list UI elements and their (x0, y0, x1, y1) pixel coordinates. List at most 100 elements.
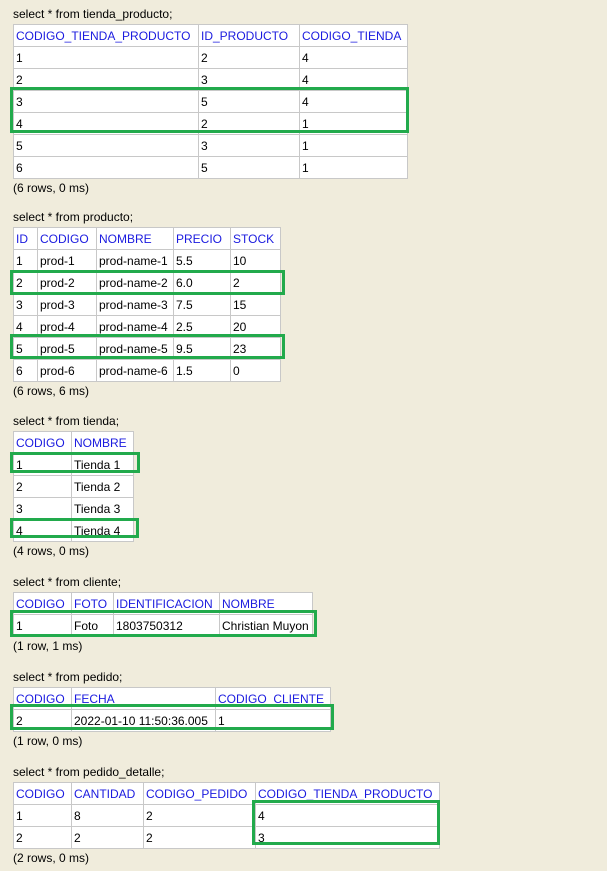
table-cell: 4 (13, 112, 199, 135)
table-header-row: CODIGO FOTO IDENTIFICACION NOMBRE (13, 592, 313, 615)
table-cell: 15 (230, 293, 281, 316)
result-block: select * from cliente; CODIGO FOTO IDENTIFI… (13, 574, 313, 654)
result-block: select * from pedido_detalle; CODIGO CANTI… (13, 764, 440, 866)
table-cell: 2 (13, 475, 72, 498)
table-cell: prod-name-2 (96, 271, 174, 294)
table-row: 2 Tienda 2 (13, 475, 134, 498)
sql-query-text: select * from pedido_detalle; (13, 765, 165, 779)
table-cell: 2 (71, 826, 144, 849)
result-block: select * from pedido; CODIGO FECHA CODIGO_C… (13, 669, 331, 749)
column-header[interactable]: CANTIDAD (71, 782, 144, 805)
result-block: select * from tienda; CODIGO NOMBRE 1 Tienda… (13, 413, 134, 559)
column-header[interactable]: NOMBRE (219, 592, 313, 615)
table-cell: prod-name-1 (96, 249, 174, 272)
table-cell: Tienda 1 (71, 453, 134, 476)
table-row: 531 (13, 134, 408, 157)
table-row: 1 Foto 1803750312 Christian Muyon (13, 614, 313, 637)
table-cell: prod-name-6 (96, 359, 174, 382)
table-row: 2 prod-2 prod-name-2 6.0 2 (13, 271, 281, 294)
table-cell: 3 (198, 68, 300, 91)
table-header-row: CODIGO CANTIDAD CODIGO_PEDIDO CODIGO_TIENDA… (13, 782, 440, 805)
table-cell: 2 (143, 804, 256, 827)
table-cell: 2.5 (173, 315, 231, 338)
table-cell: 3 (13, 90, 199, 113)
table-cell: Tienda 2 (71, 475, 134, 498)
table-cell: 8 (71, 804, 144, 827)
result-table: CODIGO FECHA CODIGO_CLIENTE 2 2022-01-10 11:… (13, 687, 331, 732)
result-table: CODIGO CANTIDAD CODIGO_PEDIDO CODIGO_TIENDA… (13, 782, 440, 849)
sql-query-text: select * from tienda_producto; (13, 7, 173, 21)
column-header[interactable]: CODIGO_TIENDA_PRODUCTO (13, 24, 199, 47)
table-header-row: CODIGO FECHA CODIGO_CLIENTE (13, 687, 331, 710)
table-row: 2 2022-01-10 11:50:36.005 1 (13, 709, 331, 732)
table-row: 4 Tienda 4 (13, 519, 134, 542)
table-cell: 7.5 (173, 293, 231, 316)
column-header[interactable]: CODIGO_TIENDA_PRODUCTO (255, 782, 440, 805)
table-cell: 1 (299, 156, 408, 179)
column-header[interactable]: CODIGO (13, 782, 72, 805)
table-cell: 1.5 (173, 359, 231, 382)
table-cell: 1 (299, 134, 408, 157)
table-cell: 3 (13, 293, 38, 316)
result-table: CODIGO NOMBRE 1 Tienda 1 2 Tienda 2 3 Tienda 34… (13, 431, 134, 542)
table-cell: 4 (299, 90, 408, 113)
table-cell: 2 (198, 112, 300, 135)
table-row: 124 (13, 46, 408, 69)
table-header-row: CODIGO_TIENDA_PRODUCTO ID_PRODUCTO CODIGO_… (13, 24, 408, 47)
column-header[interactable]: ID (13, 227, 38, 250)
table-row: 234 (13, 68, 408, 91)
column-header[interactable]: CODIGO_TIENDA (299, 24, 408, 47)
column-header[interactable]: ID_PRODUCTO (198, 24, 300, 47)
result-table: ID CODIGO NOMBRE PRECIO STOCK 1 prod-1 prod-nam… (13, 227, 281, 382)
table-cell: 23 (230, 337, 281, 360)
table-header-row: ID CODIGO NOMBRE PRECIO STOCK (13, 227, 281, 250)
column-header[interactable]: CODIGO (13, 431, 72, 454)
column-header[interactable]: STOCK (230, 227, 281, 250)
table-cell: 6 (13, 156, 199, 179)
table-cell: prod-5 (37, 337, 97, 360)
table-cell: 5 (198, 156, 300, 179)
table-cell: 0 (230, 359, 281, 382)
column-header[interactable]: FOTO (71, 592, 114, 615)
column-header[interactable]: IDENTIFICACION (113, 592, 220, 615)
table-cell: 5 (13, 337, 38, 360)
sql-query-text: select * from producto; (13, 210, 134, 224)
column-header[interactable]: CODIGO_CLIENTE (215, 687, 331, 710)
column-header[interactable]: NOMBRE (96, 227, 174, 250)
table-row: 1 prod-1 prod-name-1 5.5 10 (13, 249, 281, 272)
table-cell: 2 (13, 826, 72, 849)
table-cell: prod-3 (37, 293, 97, 316)
column-header[interactable]: NOMBRE (71, 431, 134, 454)
table-cell: 1 (299, 112, 408, 135)
column-header[interactable]: CODIGO (13, 687, 72, 710)
table-cell: 2 (13, 271, 38, 294)
table-cell: 1 (13, 614, 72, 637)
table-cell: 4 (13, 519, 72, 542)
row-count-summary: (1 row, 1 ms) (13, 639, 83, 653)
column-header[interactable]: CODIGO (37, 227, 97, 250)
result-block: select * from tienda_producto; CODIGO_TIE… (13, 6, 408, 196)
table-cell: prod-name-4 (96, 315, 174, 338)
table-cell: 2 (230, 271, 281, 294)
table-cell: 1 (215, 709, 331, 732)
sql-query-text: select * from cliente; (13, 575, 122, 589)
table-row: 3 Tienda 3 (13, 497, 134, 520)
column-header[interactable]: CODIGO (13, 592, 72, 615)
column-header[interactable]: PRECIO (173, 227, 231, 250)
table-cell: prod-name-5 (96, 337, 174, 360)
table-row: 6 prod-6 prod-name-6 1.5 0 (13, 359, 281, 382)
table-cell: prod-6 (37, 359, 97, 382)
table-row: 1824 (13, 804, 440, 827)
table-cell: 20 (230, 315, 281, 338)
sql-query-text: select * from pedido; (13, 670, 123, 684)
row-count-summary: (6 rows, 6 ms) (13, 384, 90, 398)
row-count-summary: (2 rows, 0 ms) (13, 851, 90, 865)
column-header[interactable]: CODIGO_PEDIDO (143, 782, 256, 805)
result-block: select * from producto; ID CODIGO NOMBRE PRE… (13, 209, 281, 399)
table-cell: 2022-01-10 11:50:36.005 (71, 709, 216, 732)
column-header[interactable]: FECHA (71, 687, 216, 710)
table-cell: Tienda 3 (71, 497, 134, 520)
table-cell: 2 (143, 826, 256, 849)
table-cell: prod-1 (37, 249, 97, 272)
table-row: 421 (13, 112, 408, 135)
